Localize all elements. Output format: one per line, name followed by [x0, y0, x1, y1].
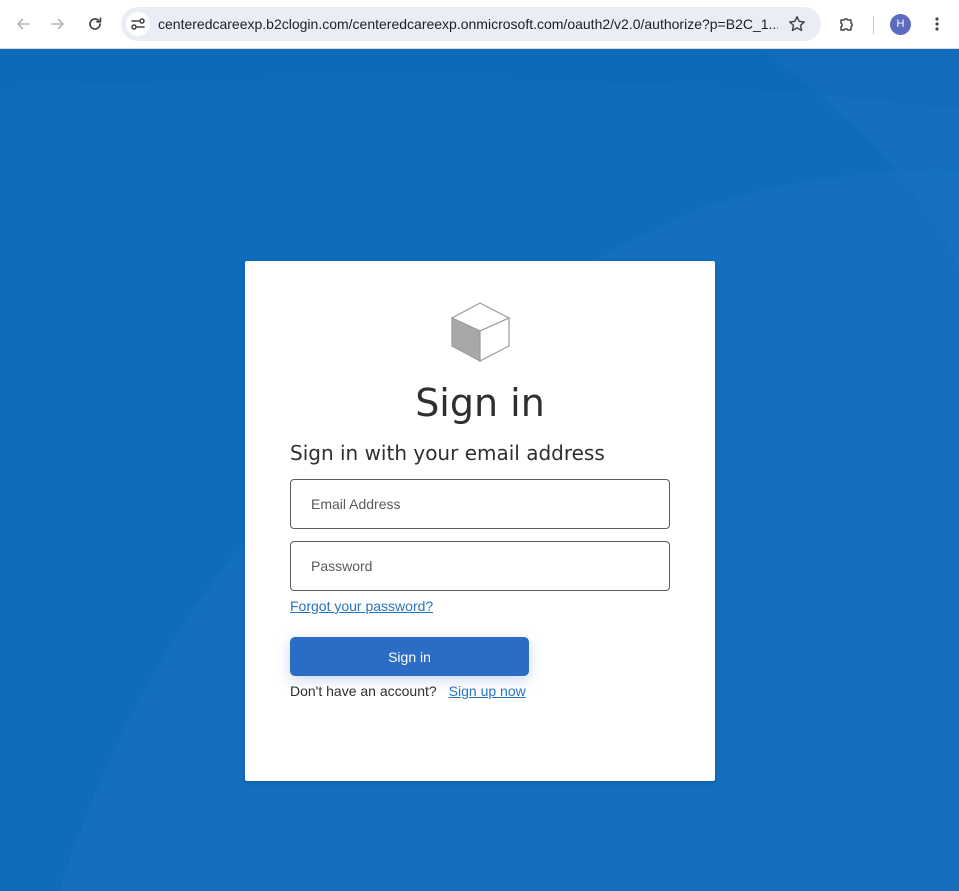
forgot-password-link[interactable]: Forgot your password?: [290, 598, 433, 614]
forward-button[interactable]: [43, 9, 73, 39]
back-arrow-icon: [17, 18, 30, 30]
signin-subtitle: Sign in with your email address: [290, 441, 605, 465]
signin-card: Sign in Sign in with your email address …: [245, 261, 715, 781]
star-icon: [789, 16, 805, 32]
back-button[interactable]: [8, 9, 38, 39]
browser-window: centeredcareexp.b2clogin.com/centeredcar…: [0, 0, 959, 891]
no-account-text: Don't have an account?: [290, 683, 437, 699]
cube-logo-icon: [450, 302, 511, 363]
forward-arrow-icon: [51, 18, 64, 30]
password-field[interactable]: [290, 541, 670, 591]
page-title: Sign in: [415, 381, 545, 425]
email-field[interactable]: [290, 479, 670, 529]
browser-toolbar: centeredcareexp.b2clogin.com/centeredcar…: [0, 0, 959, 49]
profile-avatar[interactable]: H: [890, 14, 911, 35]
address-bar[interactable]: centeredcareexp.b2clogin.com/centeredcar…: [121, 7, 821, 41]
toolbar-divider: [873, 16, 874, 34]
signup-row: Don't have an account? Sign up now: [290, 683, 526, 699]
site-info-icon: [131, 18, 145, 30]
browser-menu-button[interactable]: [922, 9, 952, 39]
kebab-menu-icon: [935, 17, 939, 31]
extensions-button[interactable]: [832, 9, 862, 39]
signup-link[interactable]: Sign up now: [449, 683, 526, 699]
reload-icon: [89, 17, 102, 30]
bookmark-button[interactable]: [785, 12, 809, 36]
extensions-icon: [840, 18, 853, 31]
reload-button[interactable]: [80, 9, 110, 39]
site-info-button[interactable]: [126, 12, 150, 36]
url-text[interactable]: centeredcareexp.b2clogin.com/centeredcar…: [158, 7, 778, 41]
signin-button[interactable]: Sign in: [290, 637, 529, 676]
